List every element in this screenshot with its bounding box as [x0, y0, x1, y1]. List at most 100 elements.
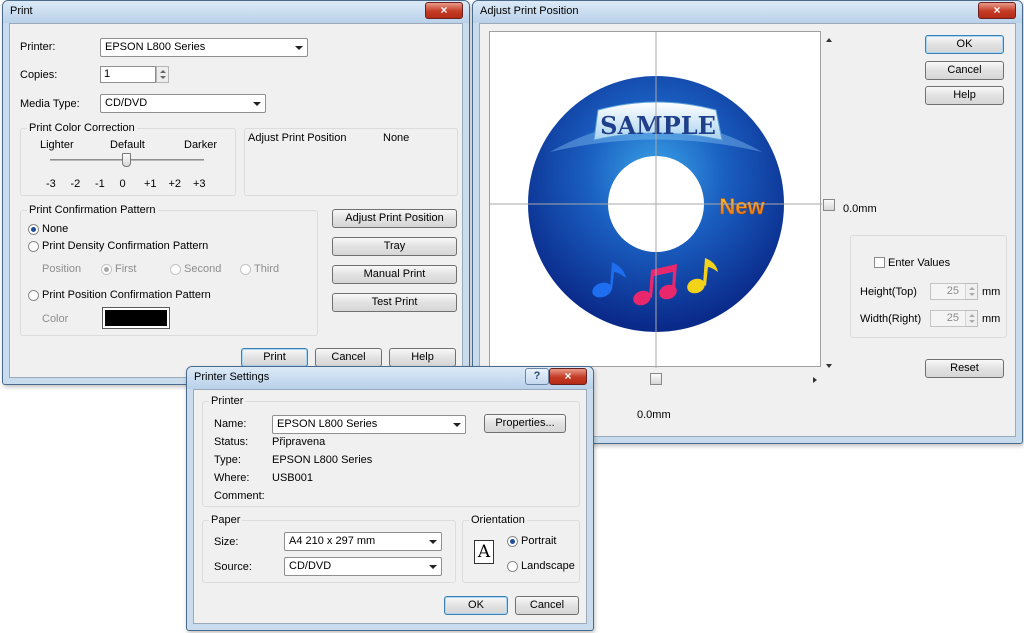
media-type-label: Media Type: — [20, 98, 80, 110]
printer-group-title: Printer — [209, 395, 246, 407]
darker-label: Darker — [184, 139, 218, 151]
print-dialog-titlebar[interactable]: Print × — [3, 1, 469, 23]
lighter-label: Lighter — [40, 139, 74, 151]
adjust-dialog-title: Adjust Print Position — [480, 5, 579, 17]
adjust-summary-value: None — [383, 132, 410, 144]
height-spinner[interactable] — [965, 283, 978, 300]
printer-select-value: EPSON L800 Series — [105, 41, 206, 53]
radio-density-label: Print Density Confirmation Pattern — [42, 240, 209, 252]
radio-third-label: Third — [254, 263, 280, 275]
color-scale-tick: +2 — [168, 178, 182, 190]
radio-density[interactable] — [28, 241, 39, 252]
vertical-position-handle[interactable] — [823, 199, 835, 211]
help-button[interactable]: Help — [925, 86, 1004, 105]
size-label: Size: — [214, 536, 239, 548]
disc-preview: SAMPLE New — [489, 31, 822, 368]
color-label: Color — [42, 313, 69, 325]
radio-none-label: None — [42, 223, 69, 235]
printer-name-value: EPSON L800 Series — [277, 418, 378, 430]
height-unit: mm — [982, 286, 1001, 298]
media-type-select-value: CD/DVD — [105, 97, 148, 109]
chevron-down-icon — [295, 46, 303, 50]
close-icon[interactable]: × — [549, 368, 587, 385]
printer-name-select[interactable]: EPSON L800 Series — [272, 415, 466, 434]
radio-third[interactable] — [240, 264, 251, 275]
adjust-dialog-titlebar[interactable]: Adjust Print Position × — [473, 1, 1022, 23]
horizontal-position-handle[interactable] — [650, 373, 662, 385]
comment-label: Comment: — [214, 490, 265, 502]
where-value: USB001 — [272, 472, 313, 484]
scroll-down-icon[interactable] — [826, 364, 832, 368]
radio-none[interactable] — [28, 224, 39, 235]
copies-input[interactable]: 1 — [100, 66, 156, 83]
default-label: Default — [110, 139, 145, 151]
radio-portrait-label: Portrait — [521, 535, 557, 547]
paper-size-select[interactable]: A4 210 x 297 mm — [284, 532, 442, 551]
paper-source-select[interactable]: CD/DVD — [284, 557, 442, 576]
tray-button[interactable]: Tray — [332, 237, 457, 256]
where-label: Where: — [214, 472, 250, 484]
test-print-button[interactable]: Test Print — [332, 293, 457, 312]
print-button[interactable]: Print — [241, 348, 308, 367]
height-label: Height(Top) — [860, 286, 917, 298]
scroll-up-icon[interactable] — [826, 38, 832, 42]
printer-label: Printer: — [20, 41, 56, 53]
color-scale: -3 -2 -1 0 +1 +2 +3 — [46, 178, 216, 190]
printer-settings-client: Printer Name: EPSON L800 Series Properti… — [193, 389, 587, 624]
color-scale-tick: -1 — [95, 178, 105, 190]
radio-position-pattern[interactable] — [28, 290, 39, 301]
name-label: Name: — [214, 418, 247, 430]
help-button[interactable]: Help — [389, 348, 456, 367]
enter-values-label: Enter Values — [888, 257, 951, 269]
color-swatch — [105, 310, 167, 326]
print-dialog-title: Print — [10, 5, 33, 17]
help-question-icon[interactable]: ? — [525, 368, 549, 385]
radio-second[interactable] — [170, 264, 181, 275]
ok-button[interactable]: OK — [444, 596, 508, 615]
cancel-button[interactable]: Cancel — [315, 348, 382, 367]
color-scale-tick: -2 — [70, 178, 81, 190]
horizontal-offset-value: 0.0mm — [637, 409, 671, 421]
position-label: Position — [42, 263, 82, 275]
paper-size-value: A4 210 x 297 mm — [289, 535, 376, 547]
color-swatch-button[interactable] — [102, 307, 170, 329]
width-label: Width(Right) — [860, 313, 922, 325]
printer-settings-title: Printer Settings — [194, 371, 270, 383]
color-scale-tick: -3 — [46, 178, 56, 190]
width-unit: mm — [982, 313, 1001, 325]
manual-print-button[interactable]: Manual Print — [332, 265, 457, 284]
printer-select[interactable]: EPSON L800 Series — [100, 38, 308, 57]
print-dialog-client: Printer: EPSON L800 Series Copies: 1 Med… — [9, 23, 463, 378]
radio-first[interactable] — [101, 264, 112, 275]
color-scale-tick: +1 — [144, 178, 157, 190]
radio-landscape-label: Landscape — [521, 560, 575, 572]
color-slider-thumb[interactable] — [122, 153, 131, 167]
print-dialog: Print × Printer: EPSON L800 Series Copie… — [2, 0, 470, 385]
copies-spinner[interactable] — [156, 66, 169, 83]
radio-landscape[interactable] — [507, 561, 518, 572]
radio-portrait[interactable] — [507, 536, 518, 547]
radio-second-label: Second — [184, 263, 222, 275]
cancel-button[interactable]: Cancel — [515, 596, 579, 615]
printer-settings-titlebar[interactable]: Printer Settings ? × — [187, 367, 593, 389]
enter-values-checkbox[interactable] — [874, 257, 885, 268]
media-type-select[interactable]: CD/DVD — [100, 94, 266, 113]
type-label: Type: — [214, 454, 241, 466]
close-icon[interactable]: × — [978, 2, 1016, 19]
vertical-offset-value: 0.0mm — [843, 203, 877, 215]
source-label: Source: — [214, 561, 252, 573]
orientation-group-title: Orientation — [469, 514, 527, 526]
scroll-right-icon[interactable] — [813, 377, 817, 383]
type-value: EPSON L800 Series — [272, 454, 373, 466]
width-spinner[interactable] — [965, 310, 978, 327]
new-text: New — [719, 194, 765, 219]
disc-illustration: SAMPLE New — [490, 32, 822, 368]
close-icon[interactable]: × — [425, 2, 463, 19]
cancel-button[interactable]: Cancel — [925, 61, 1004, 80]
adjust-print-position-button[interactable]: Adjust Print Position — [332, 209, 457, 228]
paper-group-title: Paper — [209, 514, 243, 526]
adjust-summary-label: Adjust Print Position — [248, 132, 347, 144]
reset-button[interactable]: Reset — [925, 359, 1004, 378]
ok-button[interactable]: OK — [925, 35, 1004, 54]
properties-button[interactable]: Properties... — [484, 414, 566, 433]
